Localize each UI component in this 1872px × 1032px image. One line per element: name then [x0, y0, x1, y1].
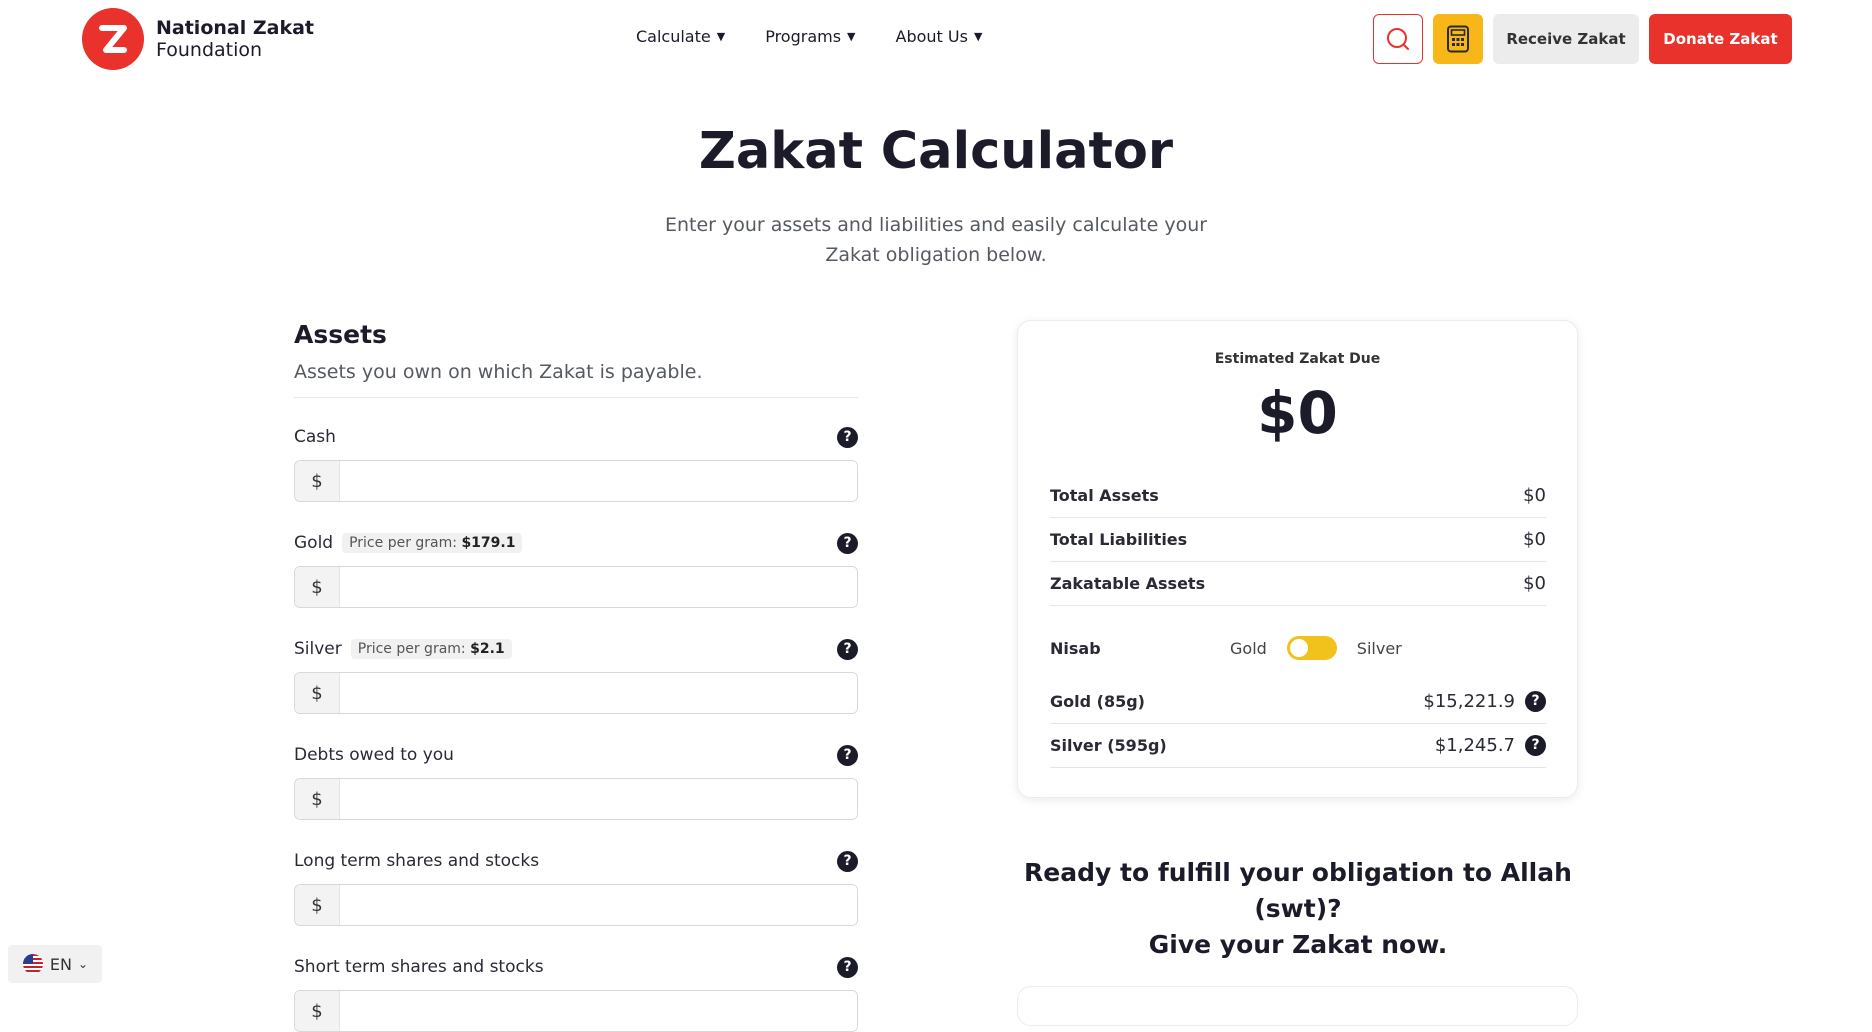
silver-nisab-value: $1,245.7: [1434, 734, 1515, 756]
help-icon[interactable]: ?: [837, 426, 858, 448]
cash-field: Cash ? $: [294, 424, 858, 502]
caret-down-icon: ▼: [973, 30, 983, 43]
nisab-gold-option[interactable]: Gold: [1230, 639, 1267, 658]
currency-prefix: $: [295, 461, 340, 501]
search-icon: [1387, 28, 1409, 50]
nisab-silver-option[interactable]: Silver: [1357, 639, 1402, 658]
gold-price-value: $179.1: [461, 535, 516, 551]
debts-field: Debts owed to you ? $: [294, 742, 858, 820]
gold-nisab-label: Gold (85g): [1050, 691, 1145, 711]
estimated-zakat-value: $0: [1257, 379, 1338, 447]
currency-prefix: $: [295, 567, 340, 607]
gold-nisab-value: $15,221.9: [1423, 690, 1515, 712]
assets-heading: Assets: [294, 320, 387, 349]
short-term-shares-label: Short term shares and stocks: [294, 957, 544, 977]
help-icon[interactable]: ?: [1525, 734, 1546, 756]
logo-name: National Zakat: [156, 17, 314, 39]
debts-label: Debts owed to you: [294, 745, 454, 765]
help-icon[interactable]: ?: [837, 956, 858, 978]
silver-nisab-label: Silver (595g): [1050, 735, 1167, 755]
long-term-shares-label: Long term shares and stocks: [294, 851, 540, 871]
gold-field: Gold Price per gram: $179.1 ? $: [294, 530, 858, 608]
silver-price-label: Price per gram:: [357, 641, 466, 657]
total-liabilities-label: Total Liabilities: [1050, 529, 1188, 549]
receive-zakat-button[interactable]: Receive Zakat: [1493, 14, 1639, 64]
gold-price-label: Price per gram:: [349, 535, 457, 551]
zakat-summary-card: Estimated Zakat Due $0 Total Assets $0 T…: [1017, 320, 1578, 798]
total-liabilities-value: $0: [1523, 528, 1546, 550]
nav-programs-label: Programs: [765, 27, 842, 46]
help-icon[interactable]: ?: [1525, 690, 1546, 712]
silver-nisab-row: Silver (595g) $1,245.7 ?: [1050, 723, 1546, 768]
assets-section: Assets Assets you own on which Zakat is …: [294, 320, 858, 1032]
zakatable-assets-value: $0: [1523, 572, 1546, 594]
currency-prefix: $: [295, 991, 340, 1031]
nisab-label: Nisab: [1050, 638, 1101, 658]
cta-heading: Ready to fulfill your obligation to Alla…: [1000, 855, 1596, 963]
cta-line2: Give your Zakat now.: [1148, 930, 1448, 959]
silver-input[interactable]: [340, 673, 857, 713]
silver-price-value: $2.1: [470, 641, 505, 657]
debts-input[interactable]: [340, 779, 857, 819]
language-selector[interactable]: EN ⌄: [8, 945, 102, 983]
calculator-button[interactable]: [1433, 14, 1483, 64]
site-header: National Zakat Foundation Calculate ▼ Pr…: [0, 0, 1872, 80]
page-title: Zakat Calculator: [698, 122, 1174, 181]
gold-input[interactable]: [340, 567, 857, 607]
help-icon[interactable]: ?: [837, 850, 858, 872]
help-icon[interactable]: ?: [837, 638, 858, 660]
long-term-shares-input[interactable]: [340, 885, 857, 925]
toggle-knob: [1289, 639, 1308, 657]
logo[interactable]: National Zakat Foundation: [82, 8, 314, 70]
zakatable-assets-label: Zakatable Assets: [1050, 573, 1206, 593]
help-icon[interactable]: ?: [837, 532, 858, 554]
nisab-toggle[interactable]: [1286, 636, 1337, 660]
silver-label: Silver: [294, 639, 342, 659]
long-term-shares-field: Long term shares and stocks ? $: [294, 848, 858, 926]
logo-subname: Foundation: [156, 39, 263, 61]
currency-prefix: $: [295, 673, 340, 713]
page-subtitle: Enter your assets and liabilities and ea…: [664, 214, 1208, 266]
nisab-row: Nisab Gold Silver: [1050, 633, 1546, 663]
chevron-down-icon: ⌄: [78, 957, 89, 971]
language-code: EN: [49, 954, 72, 974]
us-flag-icon: [22, 954, 43, 974]
gold-label: Gold: [294, 533, 334, 553]
currency-prefix: $: [295, 885, 340, 925]
cash-input[interactable]: [340, 461, 857, 501]
cash-label: Cash: [294, 427, 336, 447]
cta-line1: Ready to fulfill your obligation to Alla…: [1024, 858, 1572, 923]
silver-field: Silver Price per gram: $2.1 ? $: [294, 636, 858, 714]
donate-card: [1017, 986, 1578, 1026]
silver-price-badge: Price per gram: $2.1: [350, 639, 512, 659]
calculator-icon: [1447, 25, 1469, 53]
gold-nisab-row: Gold (85g) $15,221.9 ?: [1050, 679, 1546, 724]
gold-price-badge: Price per gram: $179.1: [342, 533, 523, 553]
caret-down-icon: ▼: [847, 30, 856, 43]
nav-calculate-label: Calculate: [636, 27, 711, 46]
short-term-shares-input[interactable]: [340, 991, 857, 1031]
assets-description: Assets you own on which Zakat is payable…: [294, 361, 858, 398]
nav-about-us-label: About Us: [895, 27, 968, 46]
short-term-shares-field: Short term shares and stocks ? $: [294, 954, 858, 1032]
total-assets-value: $0: [1523, 484, 1546, 506]
caret-down-icon: ▼: [716, 30, 726, 43]
total-liabilities-row: Total Liabilities $0: [1050, 517, 1546, 562]
estimated-zakat-label: Estimated Zakat Due: [1214, 351, 1381, 367]
z-logo-icon: [82, 8, 144, 70]
zakatable-assets-row: Zakatable Assets $0: [1050, 561, 1546, 606]
nav-programs[interactable]: Programs ▼: [765, 27, 855, 46]
donate-zakat-button[interactable]: Donate Zakat: [1649, 14, 1792, 64]
main-nav: Calculate ▼ Programs ▼ About Us ▼: [636, 27, 982, 46]
total-assets-label: Total Assets: [1050, 485, 1159, 505]
search-button[interactable]: [1373, 14, 1423, 64]
currency-prefix: $: [295, 779, 340, 819]
help-icon[interactable]: ?: [837, 744, 858, 766]
nav-calculate[interactable]: Calculate ▼: [636, 27, 725, 46]
nav-about-us[interactable]: About Us ▼: [896, 27, 983, 46]
total-assets-row: Total Assets $0: [1050, 473, 1546, 518]
